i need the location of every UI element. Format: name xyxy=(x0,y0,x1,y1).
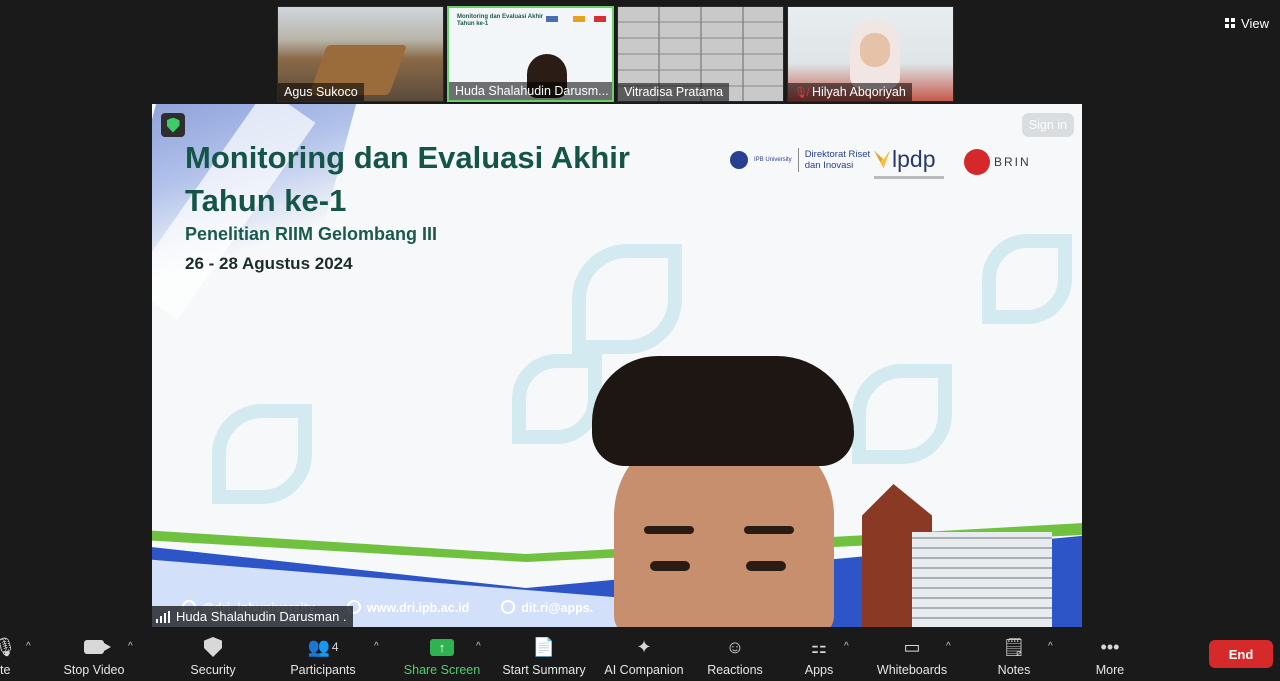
directorate-text: Direktorat Riset dan Inovasi xyxy=(804,149,871,171)
share-options-caret[interactable]: ^ xyxy=(476,641,481,652)
sign-in-button[interactable]: Sign in xyxy=(1021,113,1074,137)
active-speaker-label: Huda Shalahudin Darusman . xyxy=(152,606,353,627)
ai-companion-label: AI Companion xyxy=(604,663,684,677)
security-button[interactable]: Security xyxy=(182,627,244,681)
notes-options-caret[interactable]: ^ xyxy=(1048,641,1053,652)
participant-tile[interactable]: Vitradisa Pratama xyxy=(617,6,784,102)
ai-companion-button[interactable]: ✦ AI Companion xyxy=(602,627,686,681)
contact-website: www.dri.ipb.ac.id xyxy=(346,600,469,615)
share-screen-label: Share Screen xyxy=(403,663,481,677)
slide-title: Monitoring dan Evaluasi Akhir Tahun ke-1 xyxy=(185,140,630,218)
audio-options-caret[interactable]: ^ xyxy=(26,641,31,652)
participant-tile[interactable]: 🎙︎̸ Hilyah Abqoriyah xyxy=(787,6,954,102)
participants-label: Participants xyxy=(290,663,356,677)
participant-thumbnails: Agus Sukoco Monitoring dan Evaluasi Akhi… xyxy=(277,6,954,102)
grid-view-icon xyxy=(1225,18,1237,29)
leaf-decoration xyxy=(982,234,1072,324)
end-meeting-button[interactable]: End xyxy=(1209,640,1273,668)
lpdp-tagline xyxy=(874,176,944,179)
microphone-icon: 🎙︎ xyxy=(0,636,17,657)
brin-mark-icon xyxy=(964,149,990,175)
mute-button[interactable]: 🎙︎ te xyxy=(0,627,16,681)
video-options-caret[interactable]: ^ xyxy=(128,641,133,652)
notes-label: Notes xyxy=(997,663,1031,677)
brin-logo: BRIN xyxy=(964,149,1031,175)
lpdp-mark-icon xyxy=(874,150,890,169)
reactions-button[interactable]: ☺ Reactions xyxy=(704,627,766,681)
shield-icon xyxy=(200,635,226,659)
slide-dates: 26 - 28 Agustus 2024 xyxy=(185,254,353,273)
divider xyxy=(797,148,799,172)
video-camera-icon xyxy=(81,635,111,659)
mute-label: te xyxy=(0,663,11,677)
speaker-video xyxy=(584,356,864,627)
leaf-decoration xyxy=(852,364,952,464)
participant-face xyxy=(860,33,890,67)
shared-screen: Sign in Monitoring dan Evaluasi Akhir Ta… xyxy=(152,104,1082,627)
notes-button[interactable]: 🗒 Notes xyxy=(994,627,1034,681)
whiteboards-button[interactable]: ▭ Whiteboards xyxy=(872,627,952,681)
ipb-text: IPB University xyxy=(754,157,792,163)
share-screen-button[interactable]: ↑ Share Screen xyxy=(402,627,482,681)
leaf-decoration xyxy=(212,404,312,504)
leaf-decoration xyxy=(572,244,682,354)
participants-button[interactable]: 👥 4 Participants xyxy=(284,627,362,681)
reactions-label: Reactions xyxy=(707,663,763,677)
signal-bars-icon xyxy=(156,610,170,623)
lpdp-text: lpdp xyxy=(892,146,936,172)
whiteboards-label: Whiteboards xyxy=(876,663,948,677)
emoji-icon: ☺ xyxy=(725,636,745,657)
participants-options-caret[interactable]: ^ xyxy=(374,641,379,652)
contact-email: dit.ri@apps. xyxy=(501,600,593,615)
campus-building-illustration xyxy=(852,484,1052,627)
participants-count: 4 xyxy=(331,640,339,654)
participant-name: Vitradisa Pratama xyxy=(618,83,730,101)
participants-icon: 👥 4 xyxy=(307,636,339,657)
mini-slide-logos xyxy=(546,16,606,22)
participant-name: Agus Sukoco xyxy=(278,83,364,101)
more-button[interactable]: ••• More xyxy=(1090,627,1130,681)
participant-tile-active-speaker[interactable]: Monitoring dan Evaluasi Akhir Tahun ke-1 … xyxy=(447,6,614,102)
start-summary-label: Start Summary xyxy=(502,663,586,677)
share-screen-icon: ↑ xyxy=(429,635,455,659)
sparkle-icon: ✦ xyxy=(636,636,652,657)
view-label: View xyxy=(1241,16,1269,31)
slide-subtitle: Penelitian RIIM Gelombang III xyxy=(185,224,438,244)
speaker-name: Huda Shalahudin Darusman . xyxy=(176,609,347,624)
apps-icon: ⚏ xyxy=(810,636,828,657)
lpdp-logo: lpdp xyxy=(874,146,944,179)
summary-document-icon: 📄 xyxy=(532,636,556,657)
ipb-seal-icon xyxy=(730,151,748,169)
apps-label: Apps xyxy=(804,663,834,677)
stop-video-label: Stop Video xyxy=(63,663,125,677)
zoom-meeting-window: Agus Sukoco Monitoring dan Evaluasi Akhi… xyxy=(0,0,1280,681)
whiteboard-options-caret[interactable]: ^ xyxy=(946,641,951,652)
security-label: Security xyxy=(190,663,236,677)
stop-video-button[interactable]: Stop Video xyxy=(56,627,132,681)
more-dots-icon: ••• xyxy=(1100,636,1120,657)
mini-slide-preview: Monitoring dan Evaluasi Akhir Tahun ke-1 xyxy=(457,14,544,28)
whiteboard-icon: ▭ xyxy=(903,636,921,657)
view-button[interactable]: View xyxy=(1225,16,1269,31)
brin-text: BRIN xyxy=(994,155,1031,169)
security-shield-icon[interactable] xyxy=(161,113,185,137)
participant-name: 🎙︎̸ Hilyah Abqoriyah xyxy=(788,83,912,101)
ipb-logo: IPB University Direktorat Riset dan Inov… xyxy=(730,148,885,172)
notes-icon: 🗒 xyxy=(1002,636,1026,657)
start-summary-button[interactable]: 📄 Start Summary xyxy=(500,627,588,681)
apps-button[interactable]: ⚏ Apps xyxy=(800,627,838,681)
more-label: More xyxy=(1095,663,1125,677)
meeting-toolbar: 🎙︎ te ^ Stop Video ^ Security 👥 4 Partici… xyxy=(0,627,1280,681)
participant-tile[interactable]: Agus Sukoco xyxy=(277,6,444,102)
participant-name: Huda Shalahudin Darusm... xyxy=(449,82,612,100)
apps-options-caret[interactable]: ^ xyxy=(844,641,849,652)
mic-muted-icon: 🎙︎̸ xyxy=(794,87,808,99)
